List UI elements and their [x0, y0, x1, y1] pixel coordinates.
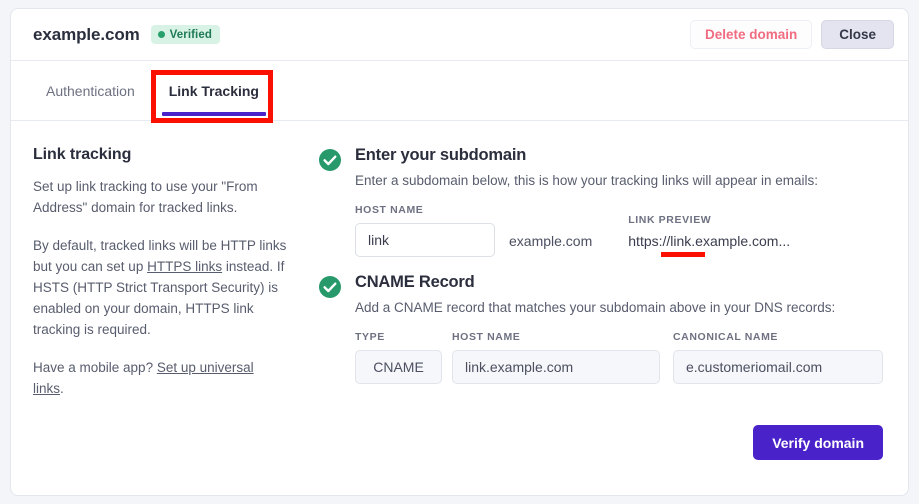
- link-preview-label: LINK PREVIEW: [628, 214, 712, 226]
- check-circle-icon: [319, 149, 341, 171]
- step-cname-content: CNAME Record Add a CNAME record that mat…: [355, 273, 883, 384]
- cname-host-group: HOST NAME link.example.com: [452, 331, 660, 384]
- footer-actions: Verify domain: [753, 425, 883, 460]
- tab-link-tracking[interactable]: Link Tracking: [152, 61, 276, 120]
- cname-type-label: TYPE: [355, 331, 385, 343]
- header-actions: Delete domain Close: [689, 20, 894, 49]
- step-subdomain-description: Enter a subdomain below, this is how you…: [355, 173, 818, 188]
- tab-authentication[interactable]: Authentication: [29, 61, 152, 120]
- cname-canonical-group: CANONICAL NAME e.customeriomail.com: [673, 331, 883, 384]
- page-title: example.com: [33, 24, 140, 44]
- info-p3-text-after: .: [60, 381, 64, 396]
- https-links-link[interactable]: HTTPS links: [147, 259, 222, 274]
- step-cname: CNAME Record Add a CNAME record that mat…: [318, 273, 883, 384]
- host-name-label: HOST NAME: [355, 204, 424, 216]
- step-subdomain: Enter your subdomain Enter a subdomain b…: [318, 146, 883, 257]
- tab-bar: Authentication Link Tracking: [11, 61, 908, 121]
- cname-field-row: TYPE CNAME HOST NAME link.example.com CA…: [355, 331, 883, 384]
- status-badge: Verified: [150, 25, 220, 44]
- info-title: Link tracking: [33, 146, 132, 163]
- verify-domain-button[interactable]: Verify domain: [753, 425, 883, 460]
- cname-canonical-value[interactable]: e.customeriomail.com: [673, 350, 883, 384]
- cname-host-value[interactable]: link.example.com: [452, 350, 660, 384]
- cname-canonical-label: CANONICAL NAME: [673, 331, 779, 343]
- info-paragraph-3: Have a mobile app? Set up universal link…: [33, 357, 288, 399]
- info-p3-text-before: Have a mobile app?: [33, 360, 157, 375]
- info-column: Link tracking Set up link tracking to us…: [11, 121, 310, 495]
- card-header: example.com Verified Delete domain Close: [11, 9, 908, 61]
- status-badge-label: Verified: [169, 28, 212, 41]
- delete-domain-button[interactable]: Delete domain: [689, 20, 813, 49]
- step-subdomain-content: Enter your subdomain Enter a subdomain b…: [355, 146, 883, 257]
- subdomain-field-row: HOST NAME example.com LINK PREVIEW https…: [355, 204, 883, 257]
- cname-host-label: HOST NAME: [452, 331, 521, 343]
- link-preview-group: LINK PREVIEW https://link.example.com...: [628, 214, 790, 257]
- close-button[interactable]: Close: [821, 20, 894, 49]
- info-paragraph-2: By default, tracked links will be HTTP l…: [33, 235, 288, 340]
- check-circle-icon: [319, 276, 341, 298]
- domain-suffix-text: example.com: [509, 233, 593, 249]
- host-name-field-group: HOST NAME: [355, 204, 495, 257]
- step-subdomain-title: Enter your subdomain: [355, 146, 527, 164]
- domain-settings-card: example.com Verified Delete domain Close…: [10, 8, 909, 496]
- status-dot-icon: [157, 31, 165, 38]
- card-body: Link tracking Set up link tracking to us…: [11, 121, 908, 495]
- step-cname-title: CNAME Record: [355, 273, 475, 291]
- cname-type-value[interactable]: CNAME: [355, 350, 442, 384]
- setup-column: Enter your subdomain Enter a subdomain b…: [310, 121, 908, 495]
- info-paragraph-1: Set up link tracking to use your "From A…: [33, 179, 258, 215]
- cname-type-group: TYPE CNAME: [355, 331, 442, 384]
- step-cname-description: Add a CNAME record that matches your sub…: [355, 300, 836, 315]
- host-name-input[interactable]: [355, 223, 495, 257]
- link-preview-value: https://link.example.com...: [628, 233, 791, 249]
